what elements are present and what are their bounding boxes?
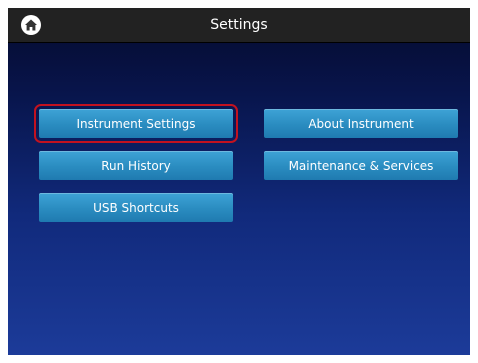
usb-shortcuts-label: USB Shortcuts [93, 200, 179, 215]
home-icon [25, 19, 37, 31]
instrument-settings-label: Instrument Settings [76, 116, 196, 131]
settings-screen: Settings Instrument Settings About Instr… [8, 8, 470, 355]
top-bar: Settings [8, 8, 470, 43]
about-instrument-label: About Instrument [308, 116, 414, 131]
page-title: Settings [210, 17, 268, 33]
run-history-label: Run History [101, 158, 171, 173]
home-button[interactable] [21, 15, 41, 35]
run-history-button[interactable]: Run History [39, 151, 233, 180]
instrument-settings-button[interactable]: Instrument Settings [34, 104, 238, 143]
maintenance-services-button[interactable]: Maintenance & Services [264, 151, 458, 180]
usb-shortcuts-button[interactable]: USB Shortcuts [39, 193, 233, 222]
maintenance-services-label: Maintenance & Services [288, 158, 434, 173]
about-instrument-button[interactable]: About Instrument [264, 109, 458, 138]
